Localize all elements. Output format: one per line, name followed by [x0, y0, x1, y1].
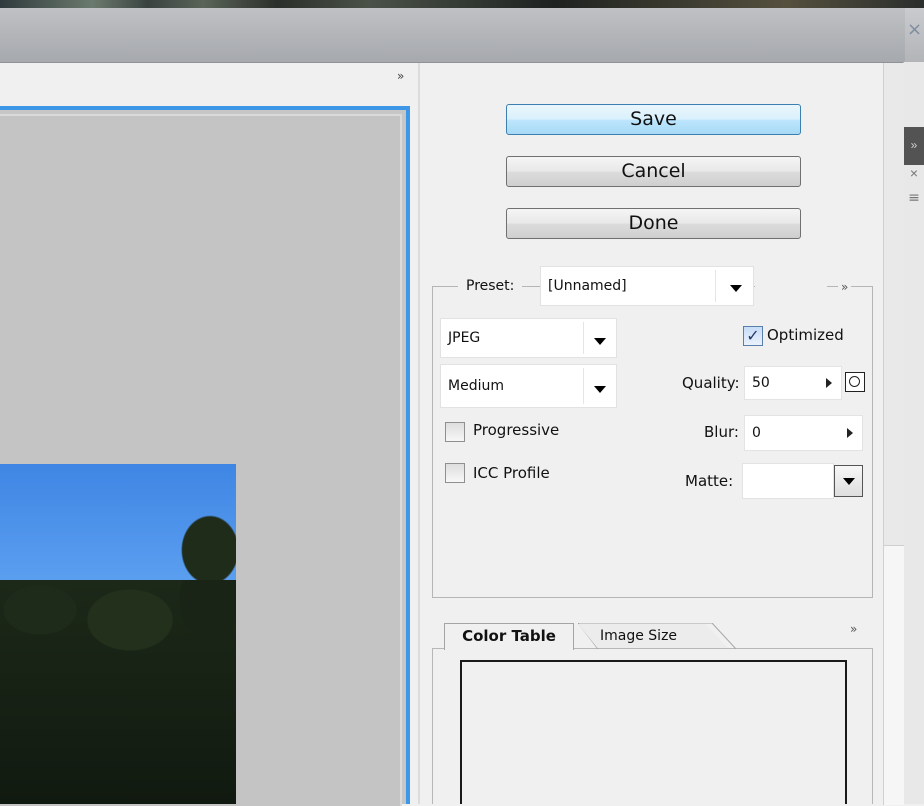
chevron-down-icon [594, 386, 606, 393]
scrollbar-thumb[interactable] [883, 545, 904, 805]
chevron-down-icon [730, 285, 742, 292]
preview-image-trees [0, 580, 236, 804]
outer-panel-close-icon[interactable]: × [904, 165, 924, 185]
cancel-button[interactable]: Cancel [506, 156, 801, 187]
chevron-down-icon [594, 338, 606, 345]
quality-slider-arrow-icon[interactable] [826, 378, 832, 388]
quality-preset-select[interactable]: Medium [440, 364, 617, 408]
progressive-label: Progressive [473, 421, 560, 439]
preset-label: Preset: [458, 278, 523, 294]
tab-panel-menu-icon[interactable]: » [850, 622, 857, 636]
blur-label: Blur: [704, 423, 739, 441]
blur-input[interactable]: 0 [744, 415, 863, 451]
tab-color-table[interactable]: Color Table [444, 623, 574, 650]
tab-image-size[interactable]: Image Size [578, 624, 728, 648]
preset-select-value: [Unnamed] [548, 278, 627, 294]
chevron-down-icon [843, 478, 855, 485]
blur-value: 0 [752, 425, 761, 441]
blur-slider-arrow-icon[interactable] [847, 428, 853, 438]
optimized-checkbox[interactable]: ✓ [743, 326, 763, 346]
quality-value: 50 [752, 375, 770, 391]
icc-profile-label: ICC Profile [473, 464, 550, 482]
taskbar-strip [0, 0, 924, 8]
quality-input[interactable]: 50 [744, 366, 842, 400]
outer-panel-menu-icon[interactable]: ≡ [904, 190, 924, 210]
preview-expand-icon[interactable]: » [397, 69, 404, 83]
preset-menu-icon[interactable]: » [838, 280, 852, 294]
window-close-icon[interactable]: × [905, 8, 924, 62]
icc-profile-checkbox[interactable] [445, 463, 465, 483]
outer-panel-expand-icon[interactable]: » [904, 127, 924, 165]
quality-label: Quality: [682, 374, 740, 392]
save-button[interactable]: Save [506, 104, 801, 135]
preset-select[interactable]: [Unnamed] [540, 266, 754, 306]
matte-input[interactable] [742, 463, 834, 499]
matte-dropdown-button[interactable] [834, 465, 863, 497]
done-button[interactable]: Done [506, 208, 801, 239]
matte-label: Matte: [685, 472, 734, 490]
format-select[interactable]: JPEG [440, 318, 617, 358]
window-title-bar[interactable] [0, 8, 905, 63]
quality-mask-icon[interactable] [845, 372, 865, 392]
progressive-checkbox[interactable] [445, 422, 465, 442]
format-select-value: JPEG [448, 330, 481, 346]
quality-preset-select-value: Medium [448, 378, 504, 394]
color-table-swatches[interactable] [460, 660, 847, 804]
optimized-label: Optimized [767, 326, 844, 344]
